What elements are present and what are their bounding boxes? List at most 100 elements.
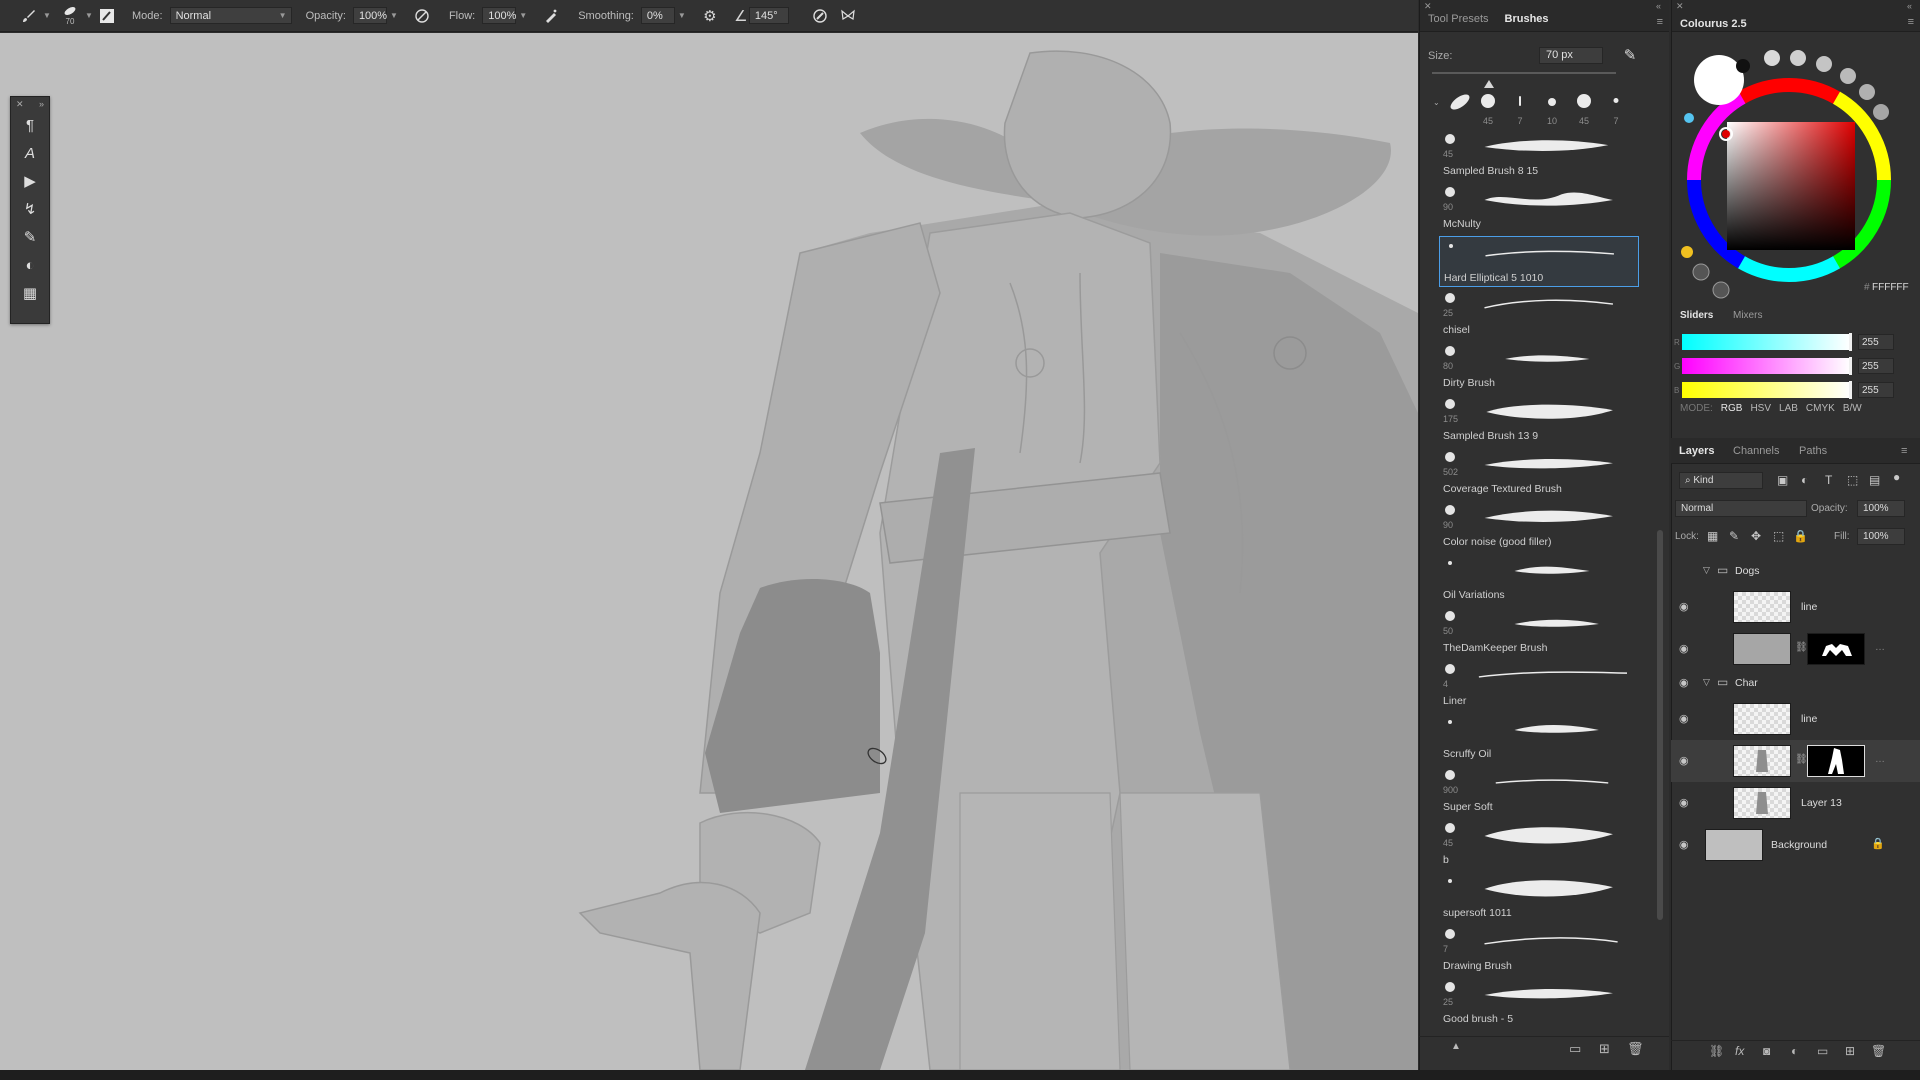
new-folder-icon[interactable]: ▭ bbox=[1569, 1041, 1581, 1057]
palette-dot-6[interactable] bbox=[1873, 104, 1889, 120]
lock-position-icon[interactable]: ✥ bbox=[1751, 529, 1761, 543]
brush-settings-icon[interactable]: ✎ bbox=[11, 223, 49, 251]
tab-channels[interactable]: Channels bbox=[1733, 445, 1779, 457]
brush-item[interactable]: 175 Sampled Brush 13 9 bbox=[1439, 395, 1639, 446]
tab-sliders[interactable]: Sliders bbox=[1680, 310, 1713, 321]
document-canvas[interactable] bbox=[0, 33, 1418, 1070]
panel-collapse-icon[interactable]: « bbox=[1656, 1, 1661, 11]
brush-item[interactable]: 25 Good brush - 5 bbox=[1439, 978, 1639, 1029]
brush-item[interactable]: 4 Liner bbox=[1439, 660, 1639, 711]
character-icon[interactable]: A bbox=[11, 139, 49, 167]
properties-icon[interactable]: ▦ bbox=[11, 279, 49, 307]
brush-item[interactable]: 502 Coverage Textured Brush bbox=[1439, 448, 1639, 499]
size-slider-track[interactable] bbox=[1432, 72, 1616, 74]
filter-pixel-icon[interactable]: ▣ bbox=[1777, 473, 1788, 487]
filter-toggle-icon[interactable]: ● bbox=[1893, 470, 1900, 484]
brush-item[interactable]: supersoft 1011 bbox=[1439, 872, 1639, 923]
current-colour-swatch[interactable] bbox=[1694, 55, 1744, 105]
filter-shape-icon[interactable]: ⬚ bbox=[1847, 473, 1858, 487]
filter-smart-icon[interactable]: ▤ bbox=[1869, 473, 1880, 487]
layer-row-char-line[interactable]: ◉ line bbox=[1671, 698, 1920, 740]
new-brush-icon[interactable]: ⊞ bbox=[1599, 1041, 1610, 1057]
flow-dropdown[interactable]: ▼ bbox=[516, 7, 530, 24]
new-group-icon[interactable]: ▭ bbox=[1817, 1044, 1828, 1058]
panel-close-icon[interactable]: ✕ bbox=[1424, 1, 1432, 12]
visibility-eye-icon[interactable]: ◉ bbox=[1679, 754, 1689, 767]
delete-brush-icon[interactable]: 🗑 bbox=[1627, 1041, 1644, 1057]
mode-lab[interactable]: LAB bbox=[1779, 403, 1798, 417]
recent-brush-4[interactable]: 45 bbox=[1571, 90, 1597, 126]
brush-item[interactable]: 90 Color noise (good filler) bbox=[1439, 501, 1639, 552]
opacity-dropdown[interactable]: ▼ bbox=[387, 7, 401, 24]
blue-slider[interactable] bbox=[1682, 382, 1850, 398]
visibility-eye-icon[interactable]: ◉ bbox=[1679, 600, 1689, 613]
recent-brush-1[interactable]: 45 bbox=[1475, 90, 1501, 126]
pressure-size-icon[interactable] bbox=[809, 5, 831, 27]
layer-row-dogs-fill[interactable]: ◉ ⛓ … bbox=[1671, 628, 1920, 670]
layer-group-dogs[interactable]: ▽ ▭ Dogs bbox=[1671, 558, 1920, 584]
tab-tool-presets[interactable]: Tool Presets bbox=[1428, 13, 1497, 31]
colour-panel-menu-icon[interactable]: ≡ bbox=[1908, 16, 1914, 28]
filter-kind-select[interactable]: ⌕ Kind bbox=[1679, 472, 1763, 489]
brush-item[interactable]: Oil Variations bbox=[1439, 554, 1639, 605]
lock-all-icon[interactable]: 🔒 bbox=[1793, 529, 1808, 543]
lock-pixels-icon[interactable]: ✎ bbox=[1729, 529, 1739, 543]
size-input[interactable]: 70 px bbox=[1539, 47, 1603, 64]
smoothing-input[interactable]: 0% bbox=[640, 7, 675, 24]
green-slider[interactable] bbox=[1682, 358, 1850, 374]
eyedropper-icon[interactable] bbox=[1712, 281, 1730, 299]
visibility-eye-icon[interactable]: ◉ bbox=[1679, 676, 1689, 689]
brush-item[interactable]: 25 chisel bbox=[1439, 289, 1639, 340]
fx-icon[interactable]: fx bbox=[1735, 1044, 1744, 1058]
mode-rgb[interactable]: RGB bbox=[1721, 403, 1743, 417]
floating-toolbar[interactable]: ✕ » ¶ A ▶ ↯ ✎ ◐ ▦ bbox=[10, 96, 50, 324]
opacity-input[interactable]: 100% bbox=[352, 7, 387, 24]
layer-opacity-input[interactable]: 100% bbox=[1857, 500, 1905, 517]
brush-item[interactable]: 900 Super Soft bbox=[1439, 766, 1639, 817]
tab-mixers[interactable]: Mixers bbox=[1733, 310, 1762, 321]
flow-input[interactable]: 100% bbox=[482, 7, 516, 24]
palette-dot-2[interactable] bbox=[1790, 50, 1806, 66]
tab-layers[interactable]: Layers bbox=[1679, 445, 1714, 457]
add-mask-icon[interactable]: ◙ bbox=[1763, 1044, 1770, 1058]
layer-group-char[interactable]: ◉ ▽ ▭ Char bbox=[1671, 670, 1920, 696]
layer-options-icon[interactable]: … bbox=[1875, 642, 1885, 653]
panel-menu-icon[interactable]: ≡ bbox=[1657, 16, 1663, 28]
layer-blend-select[interactable]: Normal bbox=[1675, 500, 1807, 517]
brush-item[interactable]: 90 McNulty bbox=[1439, 183, 1639, 234]
brush-item[interactable]: 50 TheDamKeeper Brush bbox=[1439, 607, 1639, 658]
green-value-input[interactable]: 255 bbox=[1858, 358, 1894, 374]
visibility-eye-icon[interactable]: ◉ bbox=[1679, 712, 1689, 725]
brush-item[interactable]: 7 Drawing Brush bbox=[1439, 925, 1639, 976]
symmetry-butterfly-icon[interactable] bbox=[837, 5, 859, 27]
colour-wheel-widget[interactable]: # FFFFFF bbox=[1671, 32, 1920, 307]
size-slider-thumb[interactable] bbox=[1484, 80, 1494, 88]
hex-value[interactable]: FFFFFF bbox=[1872, 282, 1909, 293]
adjustments-icon[interactable]: ◐ bbox=[11, 251, 49, 279]
layer-row-background[interactable]: ◉ Background 🔒 bbox=[1671, 824, 1920, 866]
brush-item[interactable]: 45 b bbox=[1439, 819, 1639, 870]
layer-row-char-fill[interactable]: ◉ ⛓ … bbox=[1671, 740, 1920, 782]
tab-brushes[interactable]: Brushes bbox=[1505, 13, 1557, 31]
lock-artboard-icon[interactable]: ⬚ bbox=[1773, 529, 1784, 543]
brush-item[interactable]: Hard Elliptical 5 1010 bbox=[1439, 236, 1639, 287]
layers-menu-icon[interactable]: ≡ bbox=[1901, 445, 1907, 457]
mask-link-icon[interactable]: ⛓ bbox=[1795, 642, 1808, 653]
saturation-value-square[interactable] bbox=[1727, 122, 1855, 250]
previous-colour-swatch[interactable] bbox=[1736, 59, 1750, 73]
red-slider[interactable] bbox=[1682, 334, 1850, 350]
palette-dot-1[interactable] bbox=[1764, 50, 1780, 66]
filter-adjustment-icon[interactable]: ◐ bbox=[1801, 473, 1808, 487]
play-action-icon[interactable]: ▶ bbox=[11, 167, 49, 195]
brush-list-scrollbar[interactable] bbox=[1657, 530, 1663, 920]
brush-edit-icon[interactable]: ✎ bbox=[1620, 46, 1640, 66]
fill-input[interactable]: 100% bbox=[1857, 528, 1905, 545]
blue-value-input[interactable]: 255 bbox=[1858, 382, 1894, 398]
recent-brush-5[interactable]: 7 bbox=[1603, 90, 1629, 126]
blend-mode-select[interactable]: Normal bbox=[169, 7, 292, 24]
group-expand-icon[interactable]: ▽ bbox=[1703, 565, 1710, 576]
brush-item[interactable]: 45 Sampled Brush 8 15 bbox=[1439, 130, 1639, 181]
tab-paths[interactable]: Paths bbox=[1799, 445, 1827, 457]
new-layer-icon[interactable]: ⊞ bbox=[1845, 1044, 1855, 1058]
palette-dot-4[interactable] bbox=[1840, 68, 1856, 84]
